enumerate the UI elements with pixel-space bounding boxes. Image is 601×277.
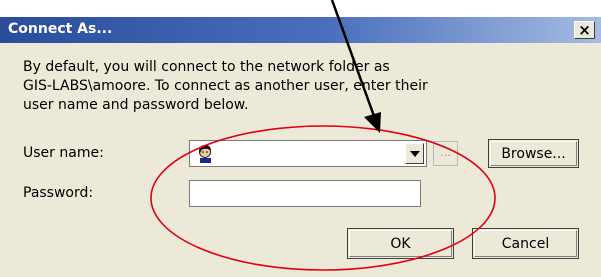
- cancel-button[interactable]: Cancel: [472, 228, 579, 259]
- username-combobox[interactable]: [189, 140, 427, 167]
- ellipsis-button[interactable]: ...: [433, 141, 458, 166]
- user-icon: [199, 145, 211, 163]
- password-label: Password:: [23, 185, 94, 201]
- close-button[interactable]: ×: [574, 21, 595, 39]
- username-label: User name:: [23, 145, 104, 161]
- dropdown-arrow-button[interactable]: [405, 143, 424, 164]
- ok-button-label: OK: [390, 236, 411, 252]
- close-icon: ×: [578, 21, 591, 39]
- ellipsis-icon: ...: [439, 145, 452, 159]
- description-line: GIS-LABS\amoore. To connect as another u…: [23, 78, 428, 94]
- description-line: user name and password below.: [23, 97, 249, 113]
- browse-button[interactable]: Browse...: [488, 139, 579, 168]
- title-bar: Connect As... ×: [0, 17, 601, 43]
- password-field[interactable]: [189, 180, 421, 207]
- cancel-button-label: Cancel: [501, 236, 550, 252]
- browse-button-label: Browse...: [501, 146, 566, 162]
- ok-button[interactable]: OK: [347, 228, 454, 259]
- description-line: By default, you will connect to the netw…: [23, 59, 390, 75]
- dialog-title: Connect As...: [8, 21, 113, 37]
- description-text: By default, you will connect to the netw…: [23, 58, 473, 115]
